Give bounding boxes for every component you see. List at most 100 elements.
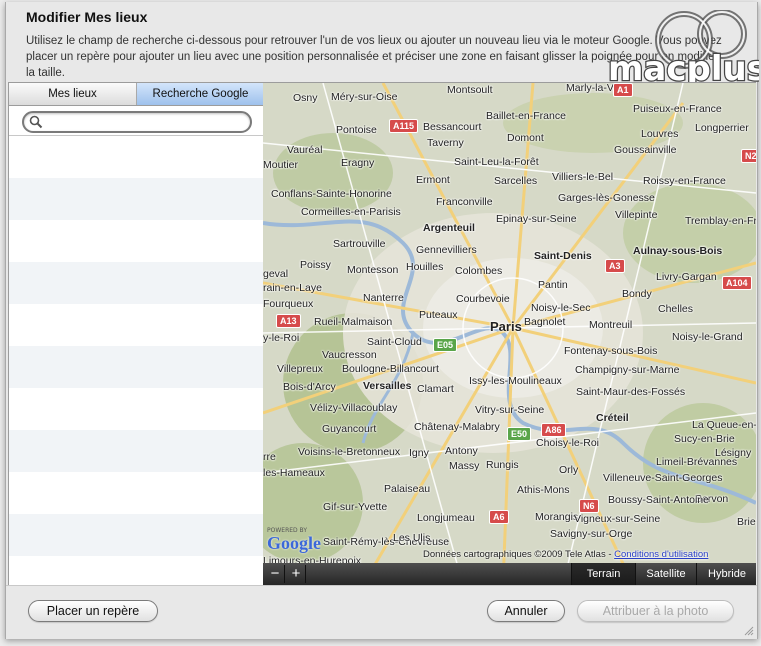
road-shield: N2 — [741, 149, 756, 163]
map-label: Châtenay-Malabry — [414, 421, 500, 433]
dialog-footer: Placer un repère Annuler Attribuer à la … — [6, 585, 757, 639]
results-list[interactable] — [9, 135, 264, 586]
map-label: Méry-sur-Oise — [331, 91, 398, 103]
map-label: Paris — [490, 319, 522, 334]
road-shield: A1 — [613, 83, 633, 97]
assign-to-photo-button[interactable]: Attribuer à la photo — [577, 600, 734, 622]
map-label: Fourqueux — [263, 298, 314, 310]
map-label: geval — [263, 268, 289, 280]
map-label: Domont — [507, 132, 544, 144]
map-toolbar: − + Terrain Satellite Hybride — [263, 563, 756, 585]
map-label: Longjumeau — [417, 512, 475, 524]
map-label: Nanterre — [363, 292, 404, 304]
map-type-hybrid[interactable]: Hybride — [696, 563, 756, 585]
macplus-watermark-logo: macplus — [607, 10, 759, 90]
map-label: Cormeilles-en-Parisis — [301, 206, 401, 218]
map-label: Courbevoie — [456, 293, 510, 305]
map-copyright: Données cartographiques ©2009 Tele Atlas… — [423, 549, 708, 560]
tab-google-search[interactable]: Recherche Google — [137, 83, 264, 105]
map-label: Guyancourt — [322, 423, 377, 435]
zoom-in-button[interactable]: + — [287, 565, 306, 583]
map-label: Eragny — [341, 157, 375, 169]
map-type-terrain[interactable]: Terrain — [571, 563, 635, 585]
place-marker-button[interactable]: Placer un repère — [28, 600, 158, 622]
map-label: Villepreux — [277, 363, 323, 375]
dialog-title: Modifier Mes lieux — [26, 9, 148, 25]
map-label: Sucy-en-Brie — [674, 433, 735, 445]
map-label: Vigneux-sur-Seine — [574, 513, 661, 525]
map-label: Baillet-en-France — [486, 110, 566, 122]
search-input[interactable] — [46, 114, 246, 130]
map-label: Goussainville — [614, 144, 677, 156]
list-item — [9, 136, 264, 178]
list-item — [9, 472, 264, 514]
road-shield: A104 — [722, 276, 752, 290]
road-shield: A115 — [389, 119, 419, 133]
map-label: Massy — [449, 460, 480, 472]
map-label: Morangis — [535, 511, 579, 523]
map-label: Sarcelles — [494, 175, 538, 187]
map-label: Conflans-Sainte-Honorine — [271, 188, 392, 200]
map-label: Houilles — [406, 261, 444, 273]
map-label: Créteil — [596, 412, 629, 424]
map-label: Livry-Gargan — [656, 271, 717, 283]
map-label: Montesson — [347, 264, 399, 276]
map-label: Montsoult — [447, 84, 493, 96]
resize-grip-icon[interactable] — [744, 626, 754, 636]
map-label: Gif-sur-Yvette — [323, 501, 388, 513]
tab-my-places[interactable]: Mes lieux — [9, 83, 137, 105]
cancel-button[interactable]: Annuler — [487, 600, 565, 622]
map-label: Villiers-le-Bel — [552, 171, 614, 183]
map-label: Vaucresson — [322, 349, 377, 361]
road-shield: E50 — [507, 427, 532, 441]
map-label: Epinay-sur-Seine — [496, 213, 577, 225]
map-label: Ermont — [416, 174, 450, 186]
list-item — [9, 178, 264, 220]
map-label: Saint-Denis — [534, 250, 592, 262]
map-label: Villepinte — [615, 209, 658, 221]
map-label: Pontoise — [336, 124, 377, 136]
map-label: Poissy — [300, 259, 331, 271]
map-label: Vélizy-Villacoublay — [310, 402, 398, 414]
map-label: Tremblay-en-France — [685, 215, 756, 227]
map-label: Longperrier — [695, 122, 749, 134]
google-map[interactable]: Osny Méry-sur-Oise Montsoult Marly-la-Vi… — [263, 82, 756, 585]
road-shield: E05 — [433, 338, 458, 352]
map-label: Villeneuve-Saint-Georges — [603, 472, 723, 484]
map-label: Argenteuil — [423, 222, 475, 234]
map-label: Bondy — [622, 288, 652, 300]
map-label: Vitry-sur-Seine — [475, 404, 545, 416]
map-label: Garges-lès-Gonesse — [558, 192, 655, 204]
map-label: Puteaux — [419, 309, 458, 321]
map-label: Bois-d'Arcy — [283, 381, 336, 393]
map-label: Rueil-Malmaison — [314, 316, 393, 328]
map-label: Bagnolet — [524, 316, 566, 328]
road-shield: A3 — [605, 259, 625, 273]
map-label: Colombes — [455, 265, 503, 277]
list-item — [9, 430, 264, 472]
road-shield: A13 — [276, 314, 301, 328]
map-label: Vauréal — [287, 144, 323, 156]
map-label: Rungis — [486, 459, 519, 471]
map-label: Saint-Leu-la-Forêt — [454, 156, 539, 168]
map-label: y-le-Roi — [263, 332, 300, 344]
map-label: Louvres — [641, 128, 679, 140]
copyright-text: Données cartographiques ©2009 Tele Atlas… — [423, 549, 615, 560]
list-item — [9, 262, 264, 304]
map-label: Puiseux-en-France — [633, 103, 722, 115]
terms-link[interactable]: Conditions d'utilisation — [614, 549, 708, 560]
map-label: rre — [263, 451, 276, 463]
map-label: les-Hameaux — [263, 467, 325, 479]
road-shield: N6 — [579, 499, 599, 513]
map-label: Moutier — [263, 159, 299, 171]
map-label: Saint-Cloud — [367, 336, 422, 348]
map-label: Noisy-le-Sec — [531, 302, 591, 314]
search-field[interactable] — [22, 111, 252, 133]
map-type-satellite[interactable]: Satellite — [635, 563, 696, 585]
zoom-out-button[interactable]: − — [266, 565, 285, 583]
map-label: Montreuil — [589, 319, 633, 331]
google-logo: POWERED BY Google — [267, 527, 321, 552]
map-label: Savigny-sur-Orge — [550, 528, 633, 540]
map-label: rain-en-Laye — [263, 282, 322, 294]
map-label: Pantin — [538, 279, 568, 291]
